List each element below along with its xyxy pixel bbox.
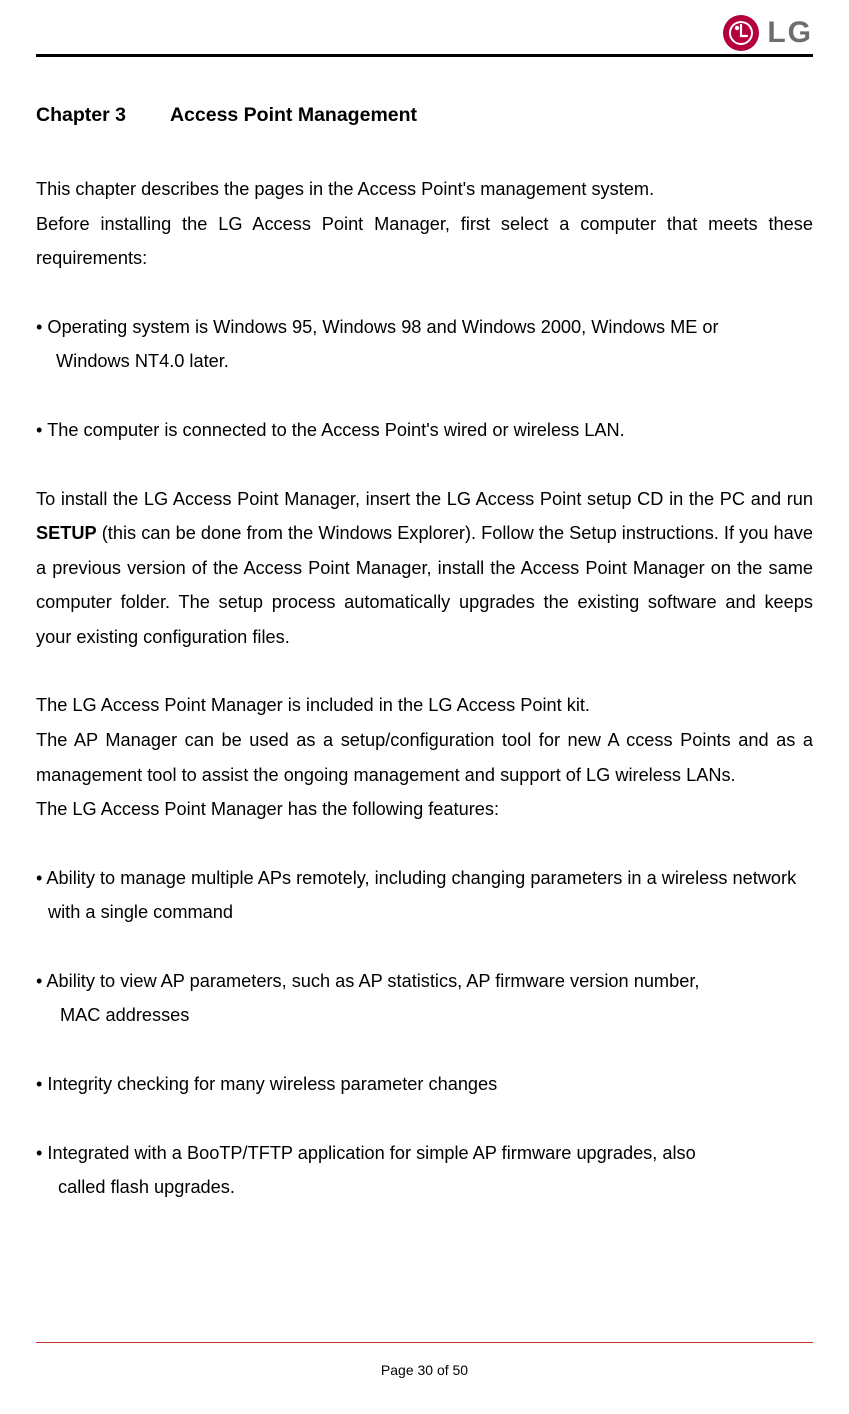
feature-4b: called flash upgrades. (36, 1170, 813, 1205)
install-paragraph: To install the LG Access Point Manager, … (36, 482, 813, 655)
brand-text: LG (767, 4, 813, 61)
chapter-heading: Chapter 3 Access Point Management (36, 97, 813, 134)
requirement-1b: Windows NT4.0 later. (36, 344, 813, 379)
feature-3: • Integrity checking for many wireless p… (36, 1067, 813, 1102)
chapter-number: Chapter 3 (36, 97, 126, 134)
page-number: Page 30 of 50 (36, 1357, 813, 1384)
brand-logo: LG (723, 4, 813, 61)
requirement-2: • The computer is connected to the Acces… (36, 413, 813, 448)
body-content: Chapter 3 Access Point Management This ch… (36, 57, 813, 1205)
feature-2b: MAC addresses (36, 998, 813, 1033)
intro-line-2: Before installing the LG Access Point Ma… (36, 207, 813, 276)
document-page: LG Chapter 3 Access Point Management This… (0, 0, 849, 1414)
footer: Page 30 of 50 (36, 1342, 813, 1384)
feature-1: • Ability to manage multiple APs remotel… (36, 861, 813, 930)
footer-rule (36, 1342, 813, 1343)
install-setup-bold: SETUP (36, 523, 97, 543)
kit-line: The LG Access Point Manager is included … (36, 688, 813, 723)
install-text-b: (this can be done from the Windows Explo… (36, 523, 813, 647)
feature-4a: • Integrated with a BooTP/TFTP applicati… (36, 1136, 813, 1171)
chapter-title: Access Point Management (170, 104, 417, 126)
install-text-a: To install the LG Access Point Manager, … (36, 489, 813, 509)
features-intro: The LG Access Point Manager has the foll… (36, 792, 813, 827)
feature-2a: • Ability to view AP parameters, such as… (36, 964, 813, 999)
requirement-1a: • Operating system is Windows 95, Window… (36, 310, 813, 345)
lg-logo-icon (723, 15, 759, 51)
intro-line-1: This chapter describes the pages in the … (36, 172, 813, 207)
usage-line: The AP Manager can be used as a setup/co… (36, 723, 813, 792)
header: LG (36, 0, 813, 54)
